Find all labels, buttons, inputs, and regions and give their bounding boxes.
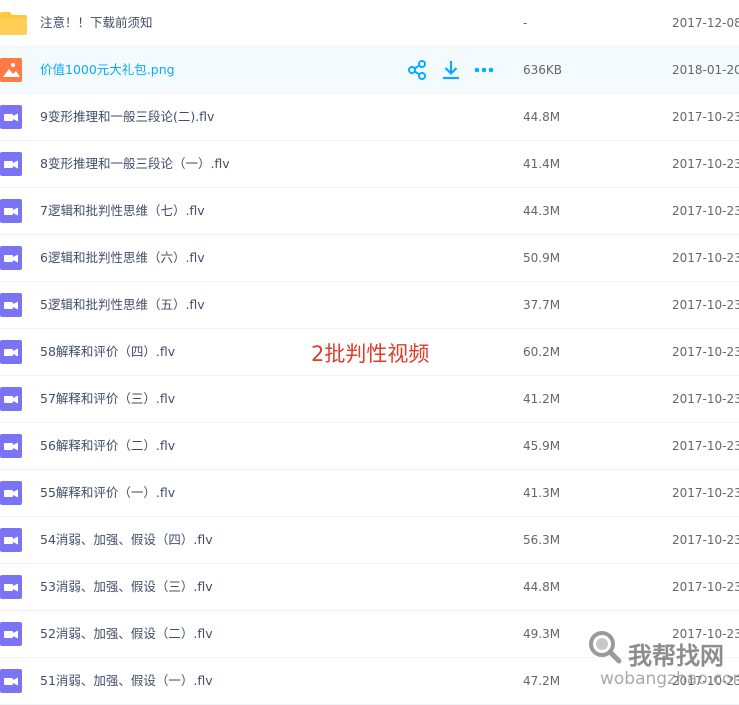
video-file-icon	[0, 244, 27, 272]
file-row[interactable]: 8变形推理和一般三段论（一）.flv 41.4M 2017-10-23	[0, 141, 739, 188]
overlay-caption: 2批判性视频	[311, 342, 430, 366]
file-name[interactable]: 7逻辑和批判性思维（七）.flv	[40, 188, 205, 234]
watermark-url: wobangzhao.com	[600, 669, 739, 689]
file-size: 44.8M	[523, 110, 561, 124]
file-size: 636KB	[523, 63, 563, 77]
file-name[interactable]: 53消弱、加强、假设（三）.flv	[40, 564, 213, 610]
file-row[interactable]: 53消弱、加强、假设（三）.flv 44.8M 2017-10-23	[0, 564, 739, 611]
file-date: 2017-10-23	[672, 251, 739, 265]
video-file-icon	[0, 479, 27, 507]
file-row[interactable]: 54消弱、加强、假设（四）.flv 56.3M 2017-10-23	[0, 517, 739, 564]
magnifier-icon	[589, 631, 622, 664]
file-date: 2017-10-23	[672, 580, 739, 594]
file-date: 2017-10-23	[672, 392, 739, 406]
file-row[interactable]: 5逻辑和批判性思维（五）.flv 37.7M 2017-10-23	[0, 282, 739, 329]
file-row[interactable]: 7逻辑和批判性思维（七）.flv 44.3M 2017-10-23	[0, 188, 739, 235]
download-icon[interactable]	[440, 59, 462, 81]
file-size: 56.3M	[523, 533, 561, 547]
file-row[interactable]: 9变形推理和一般三段论(二).flv 44.8M 2017-10-23	[0, 94, 739, 141]
video-file-icon	[0, 620, 27, 648]
video-file-icon	[0, 103, 27, 131]
file-size: 41.4M	[523, 157, 561, 171]
file-name[interactable]: 56解释和评价（二）.flv	[40, 423, 175, 469]
file-row[interactable]: 价值1000元大礼包.png 636KB 2018-01-20	[0, 47, 739, 94]
file-date: 2017-10-23	[672, 298, 739, 312]
file-date: 2017-10-23	[672, 204, 739, 218]
file-date: 2017-10-23	[672, 486, 739, 500]
file-date: 2018-01-20	[672, 63, 739, 77]
file-row[interactable]: 55解释和评价（一）.flv 41.3M 2017-10-23	[0, 470, 739, 517]
file-date: 2017-10-23	[672, 110, 739, 124]
file-row[interactable]: 6逻辑和批判性思维（六）.flv 50.9M 2017-10-23	[0, 235, 739, 282]
folder-icon	[0, 9, 27, 37]
file-size: 44.3M	[523, 204, 561, 218]
video-file-icon	[0, 667, 27, 695]
file-name[interactable]: 9变形推理和一般三段论(二).flv	[40, 94, 214, 140]
file-date: 2017-10-23	[672, 157, 739, 171]
file-name[interactable]: 57解释和评价（三）.flv	[40, 376, 175, 422]
file-row[interactable]: 57解释和评价（三）.flv 41.2M 2017-10-23	[0, 376, 739, 423]
file-row[interactable]: 注意！！下载前须知 - 2017-12-08	[0, 0, 739, 47]
file-date: 2017-10-23	[672, 533, 739, 547]
file-name[interactable]: 8变形推理和一般三段论（一）.flv	[40, 141, 230, 187]
file-size: 41.2M	[523, 392, 561, 406]
file-size: 60.2M	[523, 345, 561, 359]
watermark-name: 我帮找网	[628, 642, 724, 670]
file-size: -	[523, 16, 528, 30]
file-date: 2017-10-23	[672, 345, 739, 359]
video-file-icon	[0, 291, 27, 319]
file-name[interactable]: 6逻辑和批判性思维（六）.flv	[40, 235, 205, 281]
video-file-icon	[0, 432, 27, 460]
video-file-icon	[0, 150, 27, 178]
file-name[interactable]: 52消弱、加强、假设（二）.flv	[40, 611, 213, 657]
file-name[interactable]: 51消弱、加强、假设（一）.flv	[40, 658, 213, 704]
file-name[interactable]: 注意！！下载前须知	[40, 0, 153, 46]
file-size: 45.9M	[523, 439, 561, 453]
file-date: 2017-12-08	[672, 16, 739, 30]
file-size: 44.8M	[523, 580, 561, 594]
file-name[interactable]: 54消弱、加强、假设（四）.flv	[40, 517, 213, 563]
share-icon[interactable]	[406, 59, 428, 81]
file-size: 49.3M	[523, 627, 561, 641]
file-name[interactable]: 55解释和评价（一）.flv	[40, 470, 175, 516]
video-file-icon	[0, 197, 27, 225]
file-size: 47.2M	[523, 674, 561, 688]
file-name[interactable]: 价值1000元大礼包.png	[40, 47, 175, 93]
file-name[interactable]: 58解释和评价（四）.flv	[40, 329, 175, 375]
more-icon[interactable]	[473, 59, 495, 81]
video-file-icon	[0, 385, 27, 413]
video-file-icon	[0, 573, 27, 601]
file-name[interactable]: 5逻辑和批判性思维（五）.flv	[40, 282, 205, 328]
file-size: 41.3M	[523, 486, 561, 500]
video-file-icon	[0, 338, 27, 366]
file-row[interactable]: 56解释和评价（二）.flv 45.9M 2017-10-23	[0, 423, 739, 470]
file-size: 50.9M	[523, 251, 561, 265]
file-date: 2017-10-23	[672, 439, 739, 453]
file-size: 37.7M	[523, 298, 561, 312]
video-file-icon	[0, 526, 27, 554]
row-actions	[406, 59, 496, 81]
image-file-icon	[0, 56, 27, 84]
